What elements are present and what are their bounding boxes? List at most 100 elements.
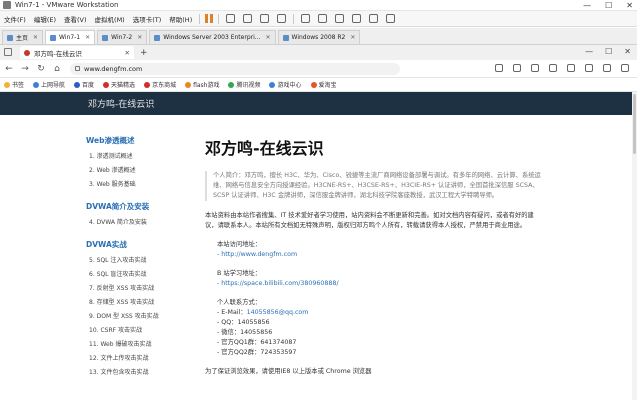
sidebar-item[interactable]: 8. 存储型 XSS 攻击实战 [86,297,196,306]
vm-icon [102,34,109,41]
vm-tab-win2008[interactable]: Windows 2008 R2 ✕ [277,30,361,44]
history-icon[interactable] [549,64,557,72]
qq-group2-line: - 官方QQ2群：724353597 [217,349,297,356]
bookmark-item[interactable]: 书签 [4,80,24,89]
close-button[interactable]: ✕ [624,47,631,56]
sidebar-item[interactable]: 7. 反射型 XSS 攻击实战 [86,283,196,292]
bookmark-label: 腾讯视频 [236,82,261,89]
close-icon[interactable]: ✕ [265,34,270,41]
new-tab-plus-icon[interactable]: + [140,48,148,58]
bookmark-item[interactable]: 京东商城 [144,80,176,89]
sidebar-item[interactable]: 13. 文件包含攻击实战 [86,367,196,376]
home-icon[interactable]: ⌂ [50,64,64,74]
sidebar-section-title[interactable]: Web渗透概述 [86,135,196,146]
bookmark-item[interactable]: flash游戏 [185,80,219,89]
pause-icon[interactable] [205,14,214,23]
library-view-icon[interactable] [301,14,311,23]
vm-tab-win7-1[interactable]: Win7-1 ✕ [45,30,96,44]
bookmark-label: 百度 [82,82,95,89]
sidebar-item[interactable]: 3. Web 服务基础 [86,179,196,188]
speedtest-icon[interactable] [567,64,575,72]
qq-line: - QQ：14055856 [217,319,270,326]
settings-icon[interactable] [585,64,593,72]
close-icon[interactable]: ✕ [350,34,355,41]
url-input[interactable]: www.dengfm.com [70,62,400,75]
extension-icon[interactable] [513,64,521,72]
sidebar-section-title[interactable]: DVWA简介及安装 [86,201,196,212]
sidebar-item[interactable]: 4. DVWA 简介及安装 [86,217,196,226]
back-arrow-icon[interactable]: ← [2,64,16,74]
close-icon[interactable]: ✕ [137,34,142,41]
thumbnail-view-icon[interactable] [318,14,328,23]
bookmark-label: 书签 [12,82,25,89]
vm-tab-home[interactable]: 主页 ✕ [2,30,44,44]
download-icon[interactable] [531,64,539,72]
unity-icon[interactable] [369,14,379,23]
close-button[interactable]: ✕ [626,1,633,10]
snapshot-manager-icon[interactable] [277,14,287,23]
vm-tab-strip: 主页 ✕ Win7-1 ✕ Win7-2 ✕ Windows Server 20… [0,28,637,45]
send-ctrl-alt-del-icon[interactable] [226,14,236,23]
tab-list-icon[interactable] [4,48,12,56]
refresh-icon[interactable]: ↻ [34,64,48,74]
game-center-icon [269,81,276,88]
minimize-button[interactable]: — [583,1,591,10]
menu-file[interactable]: 文件(F) [0,14,30,24]
menu-view[interactable]: 查看(V) [60,14,91,24]
bookmark-item[interactable]: 爱淘宝 [310,80,337,89]
menu-edit[interactable]: 编辑(E) [30,14,60,24]
contact-label: 个人联系方式： [217,299,262,306]
stretch-icon[interactable] [386,14,396,23]
bilibili-link[interactable]: - https://space.bilibili.com/380960888/ [217,279,545,289]
sidebar-item[interactable]: 1. 渗透测试概述 [86,151,196,160]
minimize-button[interactable]: — [585,47,593,56]
sidebar-section-title[interactable]: DVWA实战 [86,239,196,250]
site-address-link[interactable]: - http://www.dengfm.com [217,250,545,260]
menu-vm[interactable]: 虚拟机(M) [91,14,129,24]
snapshot-icon[interactable] [243,14,253,23]
account-icon[interactable] [603,64,611,72]
email-link[interactable]: 14055856@qq.com [247,309,309,316]
maximize-button[interactable]: ☐ [605,47,612,56]
bookmark-item[interactable]: 上网导航 [33,80,65,89]
site-title-link[interactable]: 邓方鸣-在线云识 [88,97,154,110]
vmware-app-icon [3,1,11,9]
close-icon[interactable]: ✕ [125,49,130,57]
console-view-icon[interactable] [335,14,345,23]
revert-snapshot-icon[interactable] [260,14,270,23]
menu-help[interactable]: 帮助(H) [165,14,196,24]
browser-tab-active[interactable]: 邓方鸣-在线云识 ✕ [20,46,134,59]
page-heading: 邓方鸣-在线云识 [205,139,324,158]
maximize-button[interactable]: ☐ [605,1,612,10]
bookmark-item[interactable]: 百度 [74,80,94,89]
wechat-line: - 微信：14055856 [217,329,273,336]
close-icon[interactable]: ✕ [85,34,90,41]
menu-icon[interactable] [621,64,629,72]
navigation-icon [33,81,40,88]
sidebar-item[interactable]: 5. SQL 注入攻击实战 [86,255,196,264]
sidebar-item[interactable]: 6. SQL 盲注攻击实战 [86,269,196,278]
bilibili-label: B 站学习地址： [217,270,262,277]
vm-tab-win2003[interactable]: Windows Server 2003 Enterpri... ✕ [149,30,276,44]
bilibili-block: B 站学习地址： - https://space.bilibili.com/38… [205,269,545,289]
vmware-menubar: 文件(F) 编辑(E) 查看(V) 虚拟机(M) 选项卡(T) 帮助(H) [0,11,637,27]
bookmark-item[interactable]: 游戏中心 [269,80,302,89]
menu-tabs[interactable]: 选项卡(T) [129,14,166,24]
vm-icon [50,34,57,41]
bookmark-label: 游戏中心 [277,82,302,89]
page-scrollbar[interactable] [632,92,637,400]
sidebar-item[interactable]: 9. DOM 型 XSS 攻击实战 [86,311,196,320]
sidebar-item[interactable]: 11. Web 爆破攻击实战 [86,339,196,348]
sidebar-item[interactable]: 2. Web 渗透概述 [86,165,196,174]
scrollbar-thumb[interactable] [633,94,636,154]
bookmark-item[interactable]: 腾讯视频 [228,80,260,89]
bookmark-star-icon[interactable] [495,64,503,72]
close-icon[interactable]: ✕ [33,34,38,41]
bookmark-item[interactable]: 天猫精选 [103,80,135,89]
forward-arrow-icon[interactable]: → [18,64,32,74]
fullscreen-icon[interactable] [352,14,362,23]
toolbar-divider [218,13,220,24]
sidebar-item[interactable]: 10. CSRF 攻击实战 [86,325,196,334]
sidebar-item[interactable]: 12. 文件上传攻击实战 [86,353,196,362]
vm-tab-win7-2[interactable]: Win7-2 ✕ [97,30,148,44]
